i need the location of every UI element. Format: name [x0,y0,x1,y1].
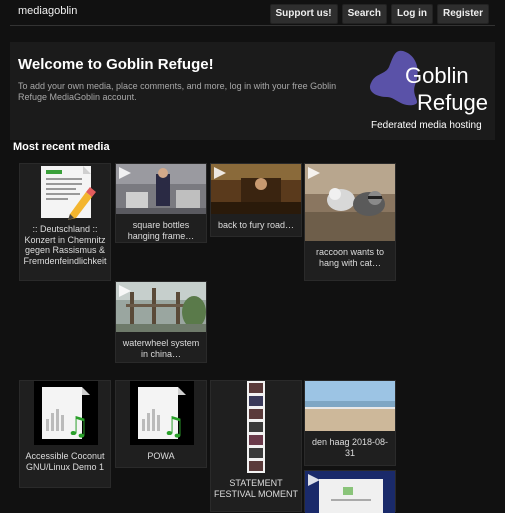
media-thumbnail[interactable] [305,164,395,241]
image-strip-thumbnail [247,381,265,473]
media-thumbnail[interactable]: ♫ [116,381,206,447]
register-button[interactable]: Register [436,4,489,24]
media-card[interactable]: square bottles hanging frame… [115,163,207,243]
media-caption[interactable]: waterwheel system in china… [118,338,204,359]
media-thumbnail[interactable]: ♫ [20,381,110,447]
search-button[interactable]: Search [341,4,387,24]
audio-file-icon: ♫ [130,381,194,445]
play-icon [308,474,320,486]
audio-file-icon: ♫ [34,381,98,445]
header-divider [10,25,495,26]
media-thumbnail[interactable] [211,381,301,475]
support-us-button[interactable]: Support us! [269,4,338,24]
svg-text:♫: ♫ [162,412,185,442]
media-caption[interactable]: POWA [118,451,204,462]
media-card[interactable]: ♫ POWA [115,380,207,468]
media-caption[interactable]: :: Deutschland :: Konzert in Chemnitz ge… [22,224,108,266]
media-card[interactable]: :: Deutschland :: Konzert in Chemnitz ge… [19,163,111,281]
media-card[interactable]: back to fury road… [210,163,302,237]
media-card[interactable]: waterwheel system in china… [115,281,207,363]
media-thumbnail[interactable] [305,381,395,431]
logo-tagline: Federated media hosting [371,120,482,131]
media-card[interactable]: raccoon wants to hang with cat… [304,163,396,281]
media-caption[interactable]: back to fury road… [213,220,299,231]
play-icon [119,167,131,179]
play-icon [214,167,226,179]
media-caption[interactable]: STATEMENT FESTIVAL MOMENT [213,478,299,499]
beach-photo-thumbnail [305,381,395,431]
media-caption[interactable]: square bottles hanging frame… [118,220,204,241]
header-buttons: Support us! Search Log in Register [269,4,489,24]
logo-word-goblin: Goblin [405,63,469,88]
svg-text:♫: ♫ [66,412,89,442]
media-caption[interactable]: Accessible Coconut GNU/Linux Demo 1 [22,451,108,472]
document-icon [41,166,96,220]
welcome-title: Welcome to Goblin Refuge! [18,56,214,73]
site-brand-link[interactable]: mediagoblin [18,5,77,17]
media-thumbnail[interactable] [116,282,206,332]
media-thumbnail[interactable] [20,164,110,220]
media-thumbnail[interactable] [211,164,301,214]
media-caption[interactable]: raccoon wants to hang with cat… [307,247,393,268]
log-in-button[interactable]: Log in [390,4,433,24]
welcome-panel: Welcome to Goblin Refuge! To add your ow… [10,42,495,140]
media-caption[interactable]: den haag 2018-08-31 [307,437,393,458]
media-card[interactable]: ♫ Accessible Coconut GNU/Linux Demo 1 [19,380,111,488]
media-card[interactable] [304,470,396,513]
media-thumbnail[interactable] [116,164,206,214]
play-icon [119,285,131,297]
top-bar: mediagoblin Support us! Search Log in Re… [0,0,505,26]
media-card[interactable]: den haag 2018-08-31 [304,380,396,466]
welcome-text: To add your own media, place comments, a… [18,81,337,102]
section-title-recent-media: Most recent media [13,141,110,153]
media-card[interactable]: STATEMENT FESTIVAL MOMENT [210,380,302,512]
goblin-refuge-logo: Goblin Refuge Federated media hosting [360,45,490,135]
media-thumbnail[interactable] [305,471,395,513]
play-icon [308,167,320,179]
logo-word-refuge: Refuge [417,90,488,115]
